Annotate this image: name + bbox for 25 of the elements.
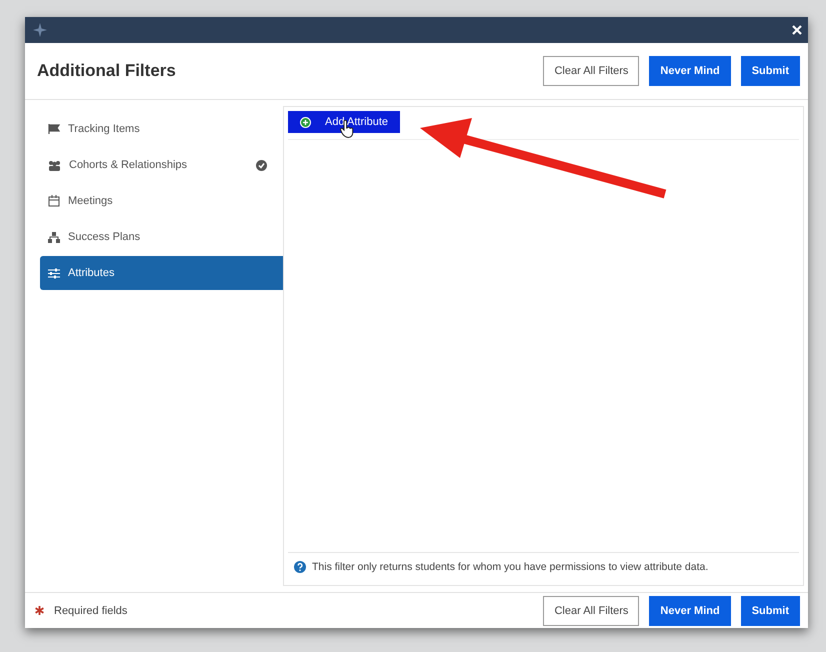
flag-icon <box>48 124 60 134</box>
users-icon <box>48 160 61 170</box>
outline-button[interactable]: Clear All Filters <box>543 596 640 626</box>
star-logo-icon <box>33 23 47 37</box>
primary-button[interactable]: Submit <box>740 596 800 626</box>
dialog-title: Additional Filters <box>37 61 176 81</box>
info-note: This filter only returns students for whom you have permissions to view attribute data. <box>312 561 708 573</box>
add-attribute-button[interactable]: Add Attribute <box>288 111 400 133</box>
required-fields-label: Required fields <box>54 604 128 616</box>
close-icon[interactable] <box>792 25 802 35</box>
primary-button[interactable]: Submit <box>740 56 800 86</box>
sliders-icon <box>48 268 60 278</box>
sidebar-item[interactable]: Tracking Items <box>40 112 275 146</box>
sidebar-item[interactable]: Meetings <box>40 184 275 218</box>
primary-button[interactable]: Never Mind <box>649 56 731 86</box>
help-icon <box>294 561 306 573</box>
asterisk-icon <box>35 606 44 615</box>
sidebar-item[interactable]: Attributes <box>40 256 283 290</box>
sidebar-item[interactable]: Cohorts & Relationships <box>40 148 275 182</box>
sidebar-item[interactable]: Success Plans <box>40 220 275 254</box>
plus-circle-icon <box>300 116 311 128</box>
calendar-icon <box>48 195 60 207</box>
primary-button[interactable]: Never Mind <box>649 596 731 626</box>
hierarchy-icon <box>48 232 60 242</box>
outline-button[interactable]: Clear All Filters <box>543 56 640 86</box>
